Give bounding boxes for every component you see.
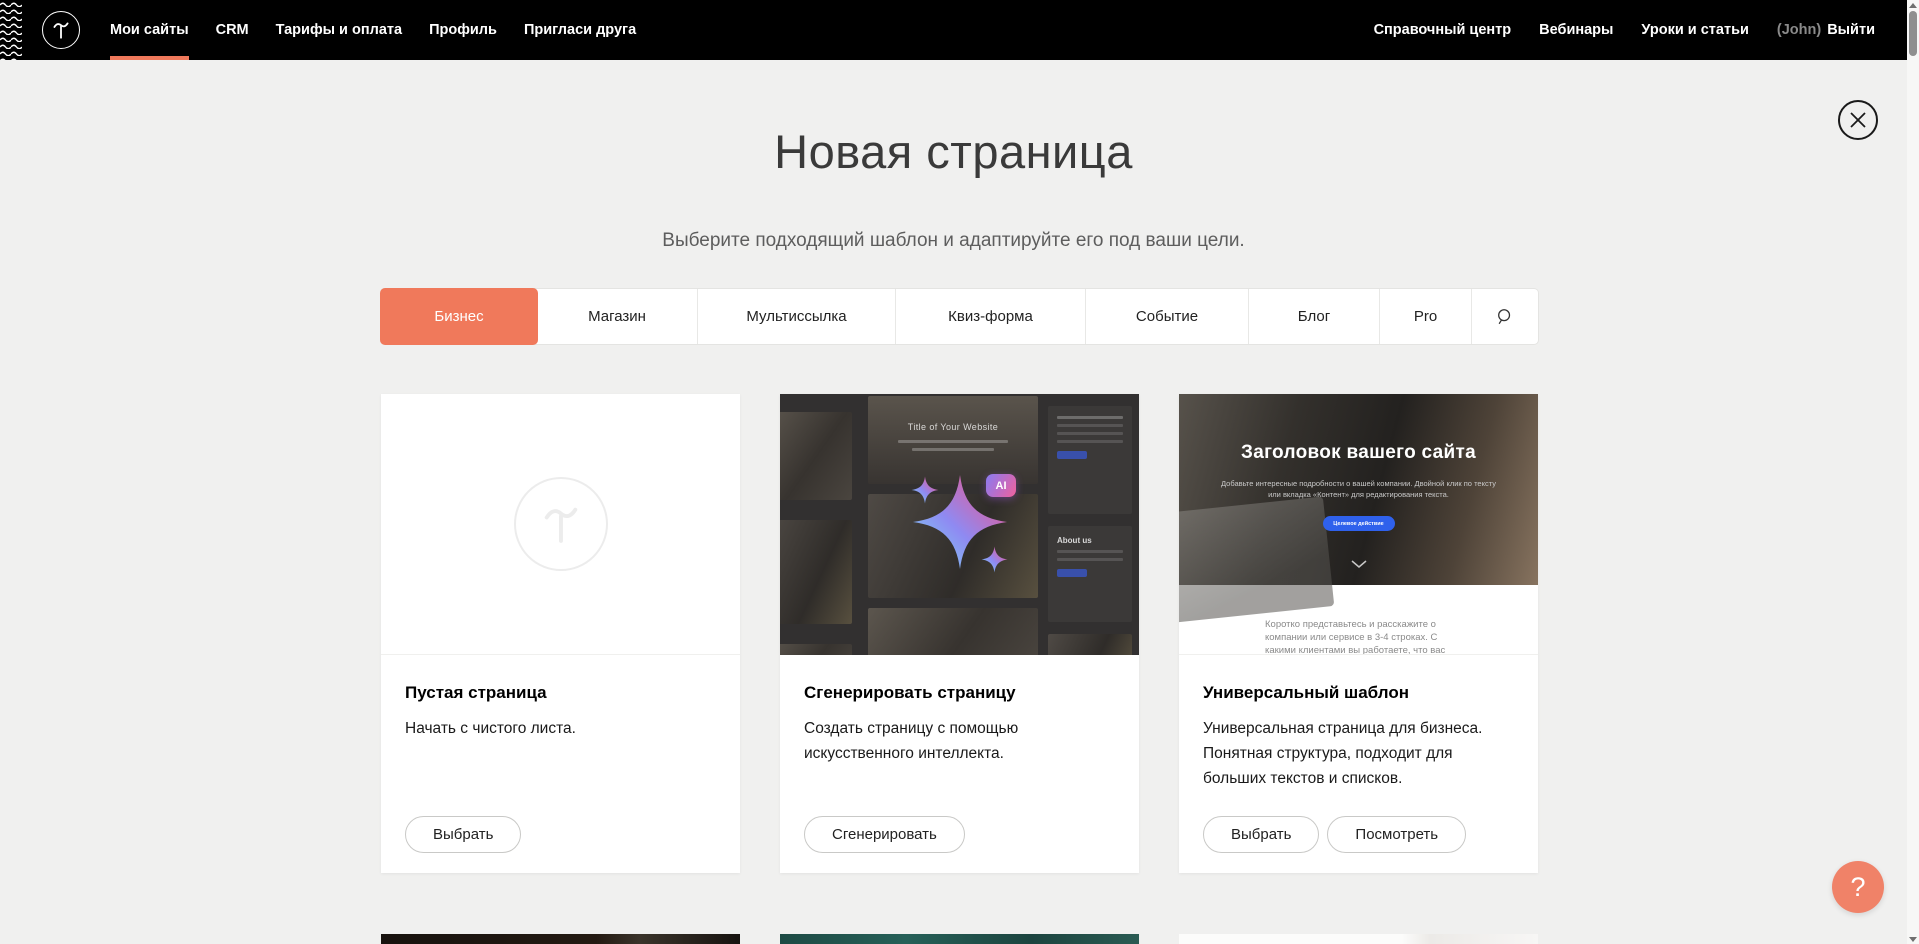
scroll-down-arrow[interactable] — [1907, 934, 1919, 944]
choose-button[interactable]: Выбрать — [1203, 816, 1319, 853]
tab-pro[interactable]: Pro — [1380, 289, 1472, 344]
card-body: Пустая страница Начать с чистого листа. … — [381, 655, 740, 873]
nav-lessons[interactable]: Уроки и статьи — [1641, 22, 1748, 38]
nav-webinars[interactable]: Вебинары — [1539, 22, 1613, 38]
nav-pricing[interactable]: Тарифы и оплата — [276, 0, 402, 60]
ai-sparkles: AI — [780, 394, 1139, 655]
nav-invite-friend[interactable]: Пригласи друга — [524, 0, 636, 60]
topbar: Мои сайты CRM Тарифы и оплата Профиль Пр… — [0, 0, 1907, 60]
choose-button[interactable]: Выбрать — [405, 816, 521, 853]
help-button[interactable]: ? — [1832, 861, 1884, 913]
generate-button[interactable]: Сгенерировать — [804, 816, 965, 853]
tab-store[interactable]: Магазин — [537, 289, 698, 344]
card-actions: Выбрать — [405, 816, 521, 853]
template-preview[interactable] — [381, 934, 740, 944]
sparkle-small-icon — [981, 546, 1008, 573]
tab-event[interactable]: Событие — [1086, 289, 1249, 344]
new-page-dialog: Мои сайты CRM Тарифы и оплата Профиль Пр… — [0, 0, 1919, 944]
scroll-up-arrow[interactable] — [1907, 0, 1919, 10]
nav-my-sites[interactable]: Мои сайты — [110, 0, 189, 60]
template-hero-subtitle: Добавьте интересные подробности о вашей … — [1215, 478, 1502, 500]
card-blank-page: Пустая страница Начать с чистого листа. … — [381, 394, 740, 873]
user-name: (John) — [1777, 22, 1821, 38]
card-body: Сгенерировать страницу Создать страницу … — [780, 655, 1139, 873]
template-cards-row-2 — [381, 934, 1538, 944]
zigzag-pattern — [0, 0, 22, 60]
card-ai-generate: Title of Your Website About us — [780, 394, 1139, 873]
main-nav: Мои сайты CRM Тарифы и оплата Профиль Пр… — [110, 0, 636, 60]
nav-crm[interactable]: CRM — [216, 0, 249, 60]
logout-link[interactable]: Выйти — [1827, 22, 1875, 38]
tilda-watermark-icon — [514, 477, 608, 571]
card-actions: Выбрать Посмотреть — [1203, 816, 1466, 853]
view-button[interactable]: Посмотреть — [1327, 816, 1466, 853]
template-preview[interactable] — [780, 934, 1139, 944]
scrollbar[interactable] — [1907, 0, 1919, 944]
card-actions: Сгенерировать — [804, 816, 965, 853]
tab-quiz-form[interactable]: Квиз-форма — [896, 289, 1086, 344]
sparkle-small-icon — [911, 476, 939, 504]
tab-blog[interactable]: Блог — [1249, 289, 1380, 344]
card-title: Пустая страница — [405, 683, 716, 703]
page-subtitle: Выберите подходящий шаблон и адаптируйте… — [0, 230, 1907, 252]
card-title: Универсальный шаблон — [1203, 683, 1514, 703]
template-hero-title: Заголовок вашего сайта — [1179, 442, 1538, 464]
scrollbar-thumb[interactable] — [1909, 11, 1917, 56]
template-hero: Заголовок вашего сайта Добавьте интересн… — [1179, 394, 1538, 585]
nav-profile[interactable]: Профиль — [429, 0, 497, 60]
secondary-nav: Справочный центр Вебинары Уроки и статьи… — [1374, 0, 1875, 60]
tilda-logo[interactable] — [42, 11, 80, 49]
ai-generate-preview[interactable]: Title of Your Website About us — [780, 394, 1139, 655]
blank-page-preview[interactable] — [381, 394, 740, 655]
universal-template-preview[interactable]: Заголовок вашего сайта Добавьте интересн… — [1179, 394, 1538, 655]
chevron-down-icon — [1351, 560, 1367, 568]
card-title: Сгенерировать страницу — [804, 683, 1115, 703]
tab-business[interactable]: Бизнес — [381, 289, 537, 344]
tilda-logo-glyph — [49, 18, 73, 42]
template-cards-row: Пустая страница Начать с чистого листа. … — [381, 394, 1538, 873]
card-description: Начать с чистого листа. — [405, 716, 716, 741]
template-cta-button: Целевое действие — [1323, 516, 1395, 531]
template-category-tabs: Бизнес Магазин Мультиссылка Квиз-форма С… — [381, 289, 1538, 344]
card-body: Универсальный шаблон Универсальная стран… — [1179, 655, 1538, 873]
tab-multilink[interactable]: Мультиссылка — [698, 289, 896, 344]
nav-help-center[interactable]: Справочный центр — [1374, 22, 1512, 38]
ai-badge: AI — [986, 474, 1016, 497]
template-body-text: Коротко представьтесь и расскажите о ком… — [1265, 618, 1461, 655]
card-description: Создать страницу с помощью искусственног… — [804, 716, 1115, 766]
card-universal-template: Заголовок вашего сайта Добавьте интересн… — [1179, 394, 1538, 873]
page-title: Новая страница — [0, 124, 1907, 179]
card-description: Универсальная страница для бизнеса. Поня… — [1203, 716, 1514, 791]
tab-search[interactable] — [1472, 289, 1538, 344]
search-icon — [1496, 308, 1514, 326]
user-area: (John) Выйти — [1777, 21, 1875, 39]
template-preview[interactable] — [1179, 934, 1538, 944]
